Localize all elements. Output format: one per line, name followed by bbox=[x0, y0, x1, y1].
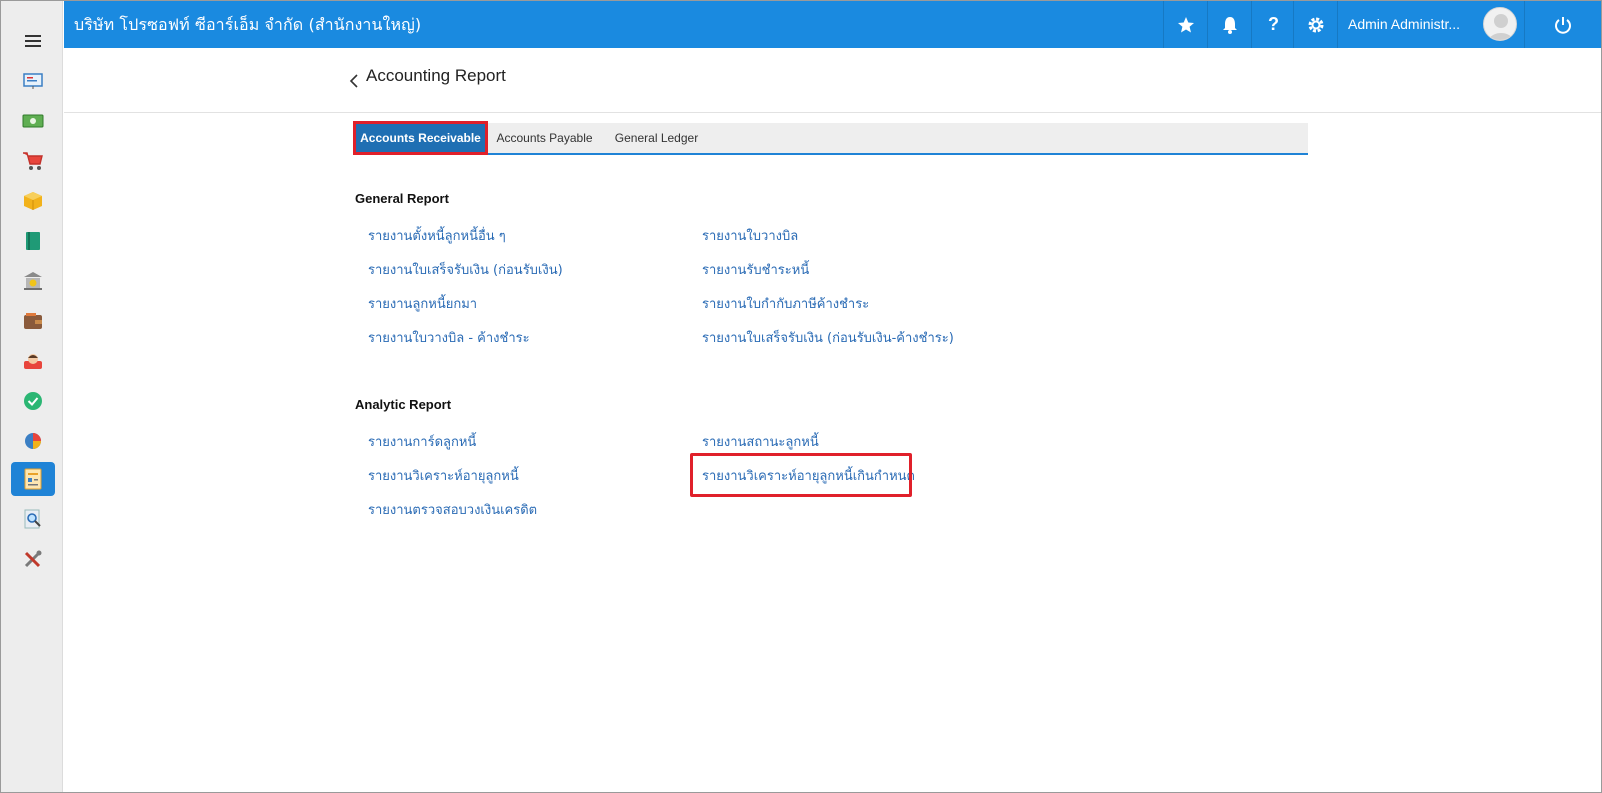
money-icon[interactable] bbox=[11, 104, 55, 138]
user-menu[interactable]: Admin Administr... bbox=[1337, 1, 1523, 48]
tab-accounts-payable[interactable]: Accounts Payable bbox=[486, 123, 603, 153]
report-link[interactable]: รายงานใบเสร็จรับเงิน (ก่อนรับเงิน) bbox=[368, 259, 563, 280]
top-bar: บริษัท โปรซอฟท์ ซีอาร์เอ็ม จำกัด (สำนักง… bbox=[64, 1, 1601, 48]
page-header: Accounting Report bbox=[64, 48, 1601, 113]
box-icon[interactable] bbox=[11, 184, 55, 218]
help-icon[interactable]: ? bbox=[1251, 1, 1295, 48]
star-icon[interactable] bbox=[1163, 1, 1207, 48]
report-link[interactable]: รายงานใบกำกับภาษีค้างชำระ bbox=[702, 293, 869, 314]
chevron-left-icon[interactable] bbox=[349, 73, 359, 92]
app-frame bbox=[0, 0, 1602, 793]
company-title: บริษัท โปรซอฟท์ ซีอาร์เอ็ม จำกัด (สำนักง… bbox=[74, 15, 422, 34]
book-icon[interactable] bbox=[11, 224, 55, 258]
tools-icon[interactable] bbox=[11, 542, 55, 576]
wallet-icon[interactable] bbox=[11, 304, 55, 338]
tab-general-ledger[interactable]: General Ledger bbox=[603, 123, 710, 153]
report-link[interactable]: รายงานใบวางบิล - ค้างชำระ bbox=[368, 327, 530, 348]
sidebar bbox=[1, 1, 63, 792]
gear-icon[interactable] bbox=[1293, 1, 1337, 48]
shopping-cart-icon[interactable] bbox=[11, 144, 55, 178]
presentation-board-icon[interactable] bbox=[11, 64, 55, 98]
avatar[interactable] bbox=[1483, 7, 1517, 41]
analytic-report-heading: Analytic Report bbox=[355, 397, 452, 412]
report-link[interactable]: รายงานใบวางบิล bbox=[702, 225, 798, 246]
report-link[interactable]: รายงานการ์ดลูกหนี้ bbox=[368, 431, 476, 452]
contact-person-icon[interactable] bbox=[11, 344, 55, 378]
report-tabs: Accounts Receivable Accounts Payable Gen… bbox=[353, 121, 1308, 155]
report-link[interactable]: รายงานใบเสร็จรับเงิน (ก่อนรับเงิน-ค้างชำ… bbox=[702, 327, 954, 348]
hamburger-menu-icon[interactable] bbox=[11, 24, 55, 58]
report-link[interactable]: รายงานลูกหนี้ยกมา bbox=[368, 293, 477, 314]
general-report-heading: General Report bbox=[355, 191, 449, 206]
bell-icon[interactable] bbox=[1207, 1, 1251, 48]
check-circle-icon[interactable] bbox=[11, 384, 55, 418]
report-link[interactable]: รายงานวิเคราะห์อายุลูกหนี้ bbox=[368, 465, 519, 486]
report-link[interactable]: รายงานตั้งหนี้ลูกหนี้อื่น ๆ bbox=[368, 225, 506, 246]
bank-icon[interactable] bbox=[11, 264, 55, 298]
pie-chart-icon[interactable] bbox=[11, 424, 55, 458]
power-icon[interactable] bbox=[1524, 1, 1600, 48]
user-name: Admin Administr... bbox=[1348, 16, 1461, 32]
tab-accounts-receivable[interactable]: Accounts Receivable bbox=[353, 121, 488, 155]
report-link[interactable]: รายงานตรวจสอบวงเงินเครดิต bbox=[368, 499, 537, 520]
report-document-icon[interactable] bbox=[11, 462, 55, 496]
magnifier-search-icon[interactable] bbox=[11, 502, 55, 536]
report-link[interactable]: รายงานสถานะลูกหนี้ bbox=[702, 431, 819, 452]
page-title: Accounting Report bbox=[366, 66, 506, 85]
report-link[interactable]: รายงานรับชำระหนี้ bbox=[702, 259, 809, 280]
highlight-box bbox=[690, 453, 912, 497]
